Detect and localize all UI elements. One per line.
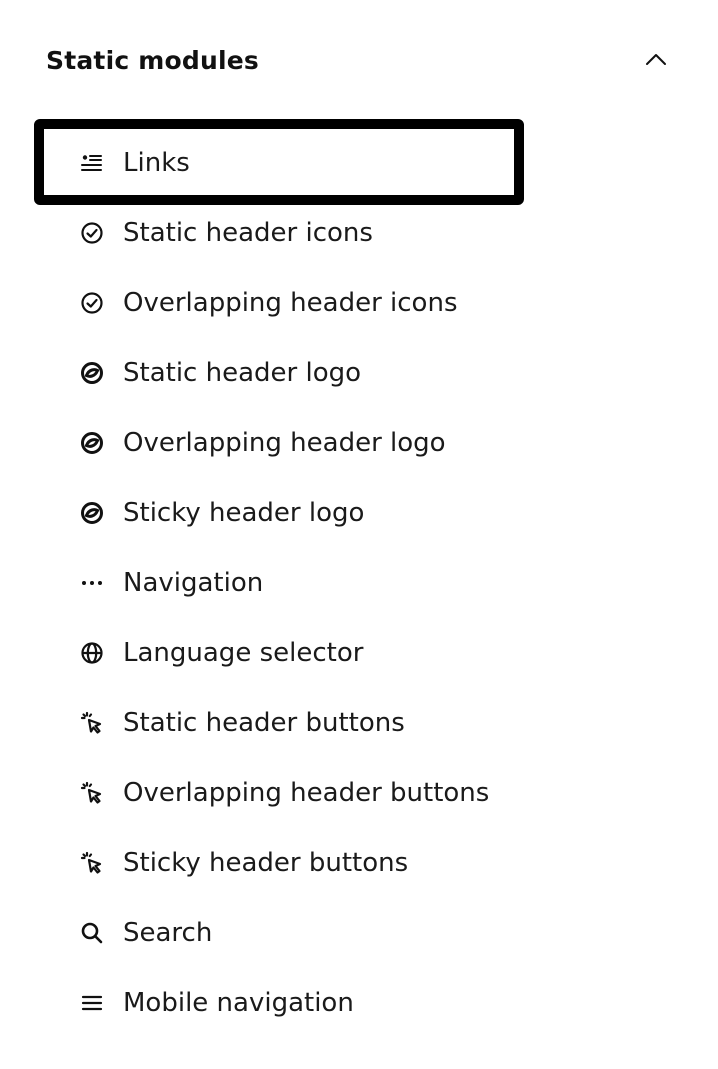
module-label: Overlapping header logo [123,428,446,458]
module-item-navigation[interactable]: Navigation [0,548,718,618]
module-item-static-header-icons[interactable]: Static header icons [0,198,718,268]
links-list-icon [80,151,104,175]
module-list: Links Static header icons Overlapping he… [0,119,718,1038]
module-label: Static header logo [123,358,362,388]
module-label: Navigation [123,568,264,598]
module-item-mobile-navigation[interactable]: Mobile navigation [0,968,718,1038]
module-item-language-selector[interactable]: Language selector [0,618,718,688]
module-label: Sticky header logo [123,498,365,528]
module-item-search[interactable]: Search [0,898,718,968]
click-cursor-icon [80,711,104,735]
hamburger-menu-icon [80,991,104,1015]
module-label: Static header buttons [123,708,405,738]
click-cursor-icon [80,781,104,805]
logo-icon [80,361,104,385]
module-label: Overlapping header buttons [123,778,490,808]
static-modules-section-header[interactable]: Static modules [46,38,676,82]
module-item-static-header-buttons[interactable]: Static header buttons [0,688,718,758]
static-modules-panel: Static modules Links Static header icons… [0,0,718,1069]
module-label: Links [123,148,190,178]
module-item-sticky-header-buttons[interactable]: Sticky header buttons [0,828,718,898]
check-circle-icon [80,221,104,245]
logo-icon [80,431,104,455]
module-label: Mobile navigation [123,988,354,1018]
module-label: Sticky header buttons [123,848,409,878]
check-circle-icon [80,291,104,315]
module-item-links[interactable]: Links [0,119,718,205]
module-label: Overlapping header icons [123,288,458,318]
ellipsis-icon [80,571,104,595]
module-item-overlapping-header-buttons[interactable]: Overlapping header buttons [0,758,718,828]
chevron-up-icon[interactable] [636,40,676,80]
module-item-sticky-header-logo[interactable]: Sticky header logo [0,478,718,548]
module-item-static-header-logo[interactable]: Static header logo [0,338,718,408]
module-label: Static header icons [123,218,373,248]
module-item-overlapping-header-icons[interactable]: Overlapping header icons [0,268,718,338]
globe-icon [80,641,104,665]
logo-icon [80,501,104,525]
search-icon [80,921,104,945]
section-title: Static modules [46,45,259,75]
module-item-overlapping-header-logo[interactable]: Overlapping header logo [0,408,718,478]
module-label: Search [123,918,213,948]
click-cursor-icon [80,851,104,875]
module-label: Language selector [123,638,364,668]
